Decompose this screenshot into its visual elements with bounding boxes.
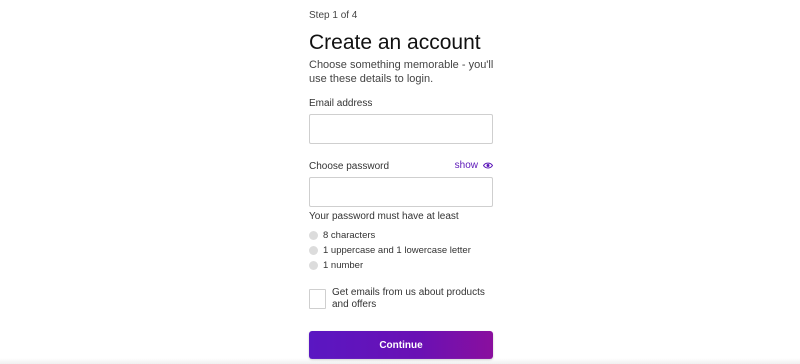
marketing-optin-checkbox[interactable] [309, 289, 326, 309]
page-title: Create an account [309, 31, 481, 54]
show-password-label: show [454, 160, 478, 171]
password-field[interactable] [309, 177, 493, 207]
email-field[interactable] [309, 114, 493, 144]
page-subtitle: Choose something memorable - you'll use … [309, 59, 494, 85]
bottom-fade [0, 358, 800, 364]
marketing-optin-label: Get emails from us about products and of… [332, 287, 485, 310]
marketing-optin: Get emails from us about products and of… [309, 287, 499, 311]
email-label: Email address [309, 98, 373, 109]
password-label: Choose password [309, 161, 390, 172]
show-password-toggle[interactable]: show [455, 160, 493, 171]
list-item: 1 number [309, 258, 471, 273]
requirement-text: 1 number [323, 260, 364, 271]
eye-icon [483, 162, 493, 169]
requirement-status-icon [309, 246, 318, 255]
password-requirements-list: 8 characters 1 uppercase and 1 lowercase… [309, 228, 471, 273]
requirement-status-icon [309, 261, 318, 270]
list-item: 8 characters [309, 228, 471, 243]
continue-button[interactable]: Continue [309, 331, 493, 359]
list-item: 1 uppercase and 1 lowercase letter [309, 243, 471, 258]
signup-page: Step 1 of 4 Create an account Choose som… [0, 0, 800, 364]
requirement-text: 8 characters [323, 230, 376, 241]
requirement-status-icon [309, 231, 318, 240]
password-requirements-title: Your password must have at least [309, 211, 459, 222]
requirement-text: 1 uppercase and 1 lowercase letter [323, 245, 471, 256]
step-indicator: Step 1 of 4 [309, 10, 358, 21]
